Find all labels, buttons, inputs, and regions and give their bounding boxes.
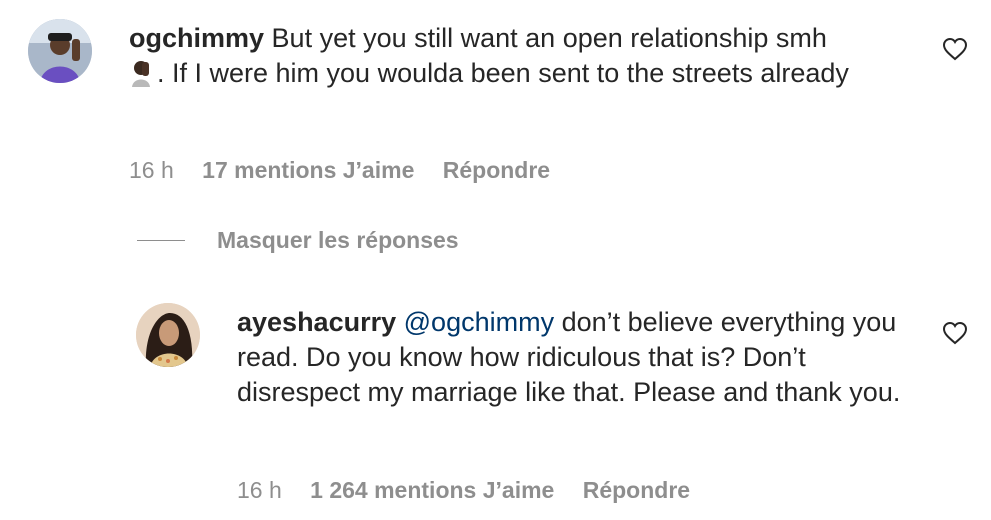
comment-likes[interactable]: 1 264 mentions J’aime [310,477,554,503]
comment-time[interactable]: 16 h [129,157,174,183]
mention-link[interactable]: @ogchimmy [404,307,554,337]
comment-text: ayeshacurry @ogchimmy don’t believe ever… [237,305,927,410]
comment-meta: 16 h 17 mentions J’aime Répondre [129,157,572,184]
facepalm-emoji-icon [132,61,150,87]
comment-likes[interactable]: 17 mentions J’aime [202,157,414,183]
heart-icon[interactable] [942,321,968,345]
comment-text: ogchimmy But yet you still want an open … [129,21,899,91]
comment-time[interactable]: 16 h [237,477,282,503]
heart-icon[interactable] [942,37,968,61]
divider-line [137,240,185,241]
hide-replies-label[interactable]: Masquer les réponses [217,227,459,254]
reply-button[interactable]: Répondre [583,477,690,503]
comment-username[interactable]: ogchimmy [129,23,264,53]
comment-username[interactable]: ayeshacurry [237,307,396,337]
comment-meta: 16 h 1 264 mentions J’aime Répondre [237,477,712,504]
comment-body-part1: But yet you still want an open relations… [271,23,827,53]
avatar[interactable] [136,303,200,367]
hide-replies-toggle[interactable]: Masquer les réponses [137,227,459,254]
reply-button[interactable]: Répondre [443,157,550,183]
avatar[interactable] [28,19,92,83]
comment-body-part2: . If I were him you woulda been sent to … [157,58,849,88]
